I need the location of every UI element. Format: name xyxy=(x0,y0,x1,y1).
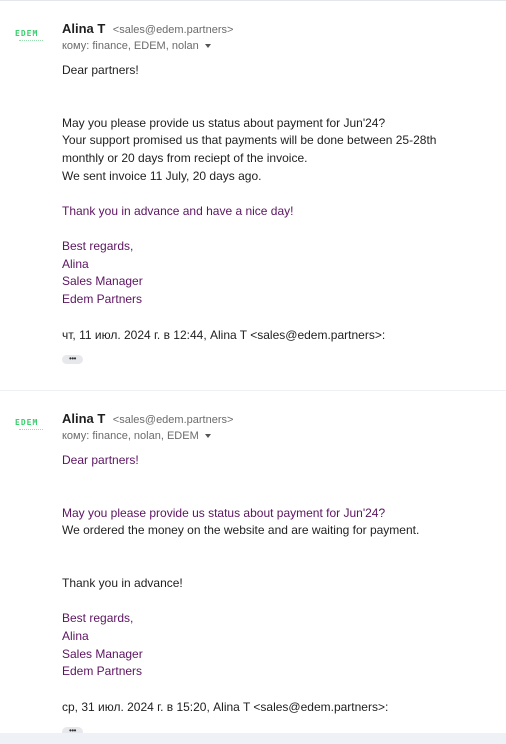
body-line: Your support promised us that payments w… xyxy=(62,133,437,148)
signature-title: Sales Manager xyxy=(62,274,143,289)
message-body: Dear partners! May you please provide us… xyxy=(62,62,436,308)
thanks-text: Thank you in advance and have a nice day… xyxy=(62,203,294,218)
show-quoted-button[interactable]: ••• xyxy=(62,355,83,364)
sender-line: Alina T <sales@edem.partners> xyxy=(62,410,233,428)
avatar[interactable]: EDEM xyxy=(15,419,45,433)
body-line: We ordered the money on the website and … xyxy=(62,523,420,538)
sender-name[interactable]: Alina T xyxy=(62,21,105,36)
avatar[interactable]: EDEM xyxy=(15,30,45,44)
body-line: May you please provide us status about p… xyxy=(62,505,386,520)
message-body: Dear partners! May you please provide us… xyxy=(62,452,419,681)
recipients-text: кому: finance, EDEM, nolan xyxy=(62,40,199,52)
sender-email[interactable]: <sales@edem.partners> xyxy=(113,414,234,426)
signature-regards: Best regards, xyxy=(62,238,134,253)
recipients-toggle[interactable]: кому: finance, EDEM, nolan xyxy=(62,40,211,52)
body-line: monthly or 20 days from reciept of the i… xyxy=(62,150,308,165)
chevron-down-icon[interactable] xyxy=(204,44,211,49)
quote-header: чт, 11 июл. 2024 г. в 12:44, Alina T <sa… xyxy=(62,328,386,342)
body-line: May you please provide us status about p… xyxy=(62,115,386,130)
email-message: EDEM Alina T <sales@edem.partners> кому:… xyxy=(0,391,506,733)
sender-name[interactable]: Alina T xyxy=(62,411,105,426)
chevron-down-icon[interactable] xyxy=(204,434,211,439)
quote-header: ср, 31 июл. 2024 г. в 15:20, Alina T <sa… xyxy=(62,700,389,714)
signature-regards: Best regards, xyxy=(62,611,134,626)
edem-logo: EDEM xyxy=(15,418,39,427)
signature-company: Edem Partners xyxy=(62,664,143,679)
logo-subtext-mark xyxy=(19,429,43,432)
email-thread: EDEM Alina T <sales@edem.partners> кому:… xyxy=(0,0,506,744)
edem-logo: EDEM xyxy=(15,29,39,38)
email-message: EDEM Alina T <sales@edem.partners> кому:… xyxy=(0,0,506,390)
greeting-text: Dear partners! xyxy=(62,453,139,467)
signature-name: Alina xyxy=(62,628,89,643)
greeting-text: Dear partners! xyxy=(62,63,139,77)
logo-subtext-mark xyxy=(19,40,43,43)
signature-name: Alina xyxy=(62,256,89,271)
recipients-text: кому: finance, nolan, EDEM xyxy=(62,430,199,442)
sender-line: Alina T <sales@edem.partners> xyxy=(62,20,233,38)
body-line: We sent invoice 11 July, 20 days ago. xyxy=(62,168,262,183)
thanks-text: Thank you in advance! xyxy=(62,576,183,591)
signature-company: Edem Partners xyxy=(62,291,143,306)
recipients-toggle[interactable]: кому: finance, nolan, EDEM xyxy=(62,430,211,442)
signature-title: Sales Manager xyxy=(62,646,143,661)
sender-email[interactable]: <sales@edem.partners> xyxy=(113,24,234,36)
show-quoted-button[interactable]: ••• xyxy=(62,727,83,733)
